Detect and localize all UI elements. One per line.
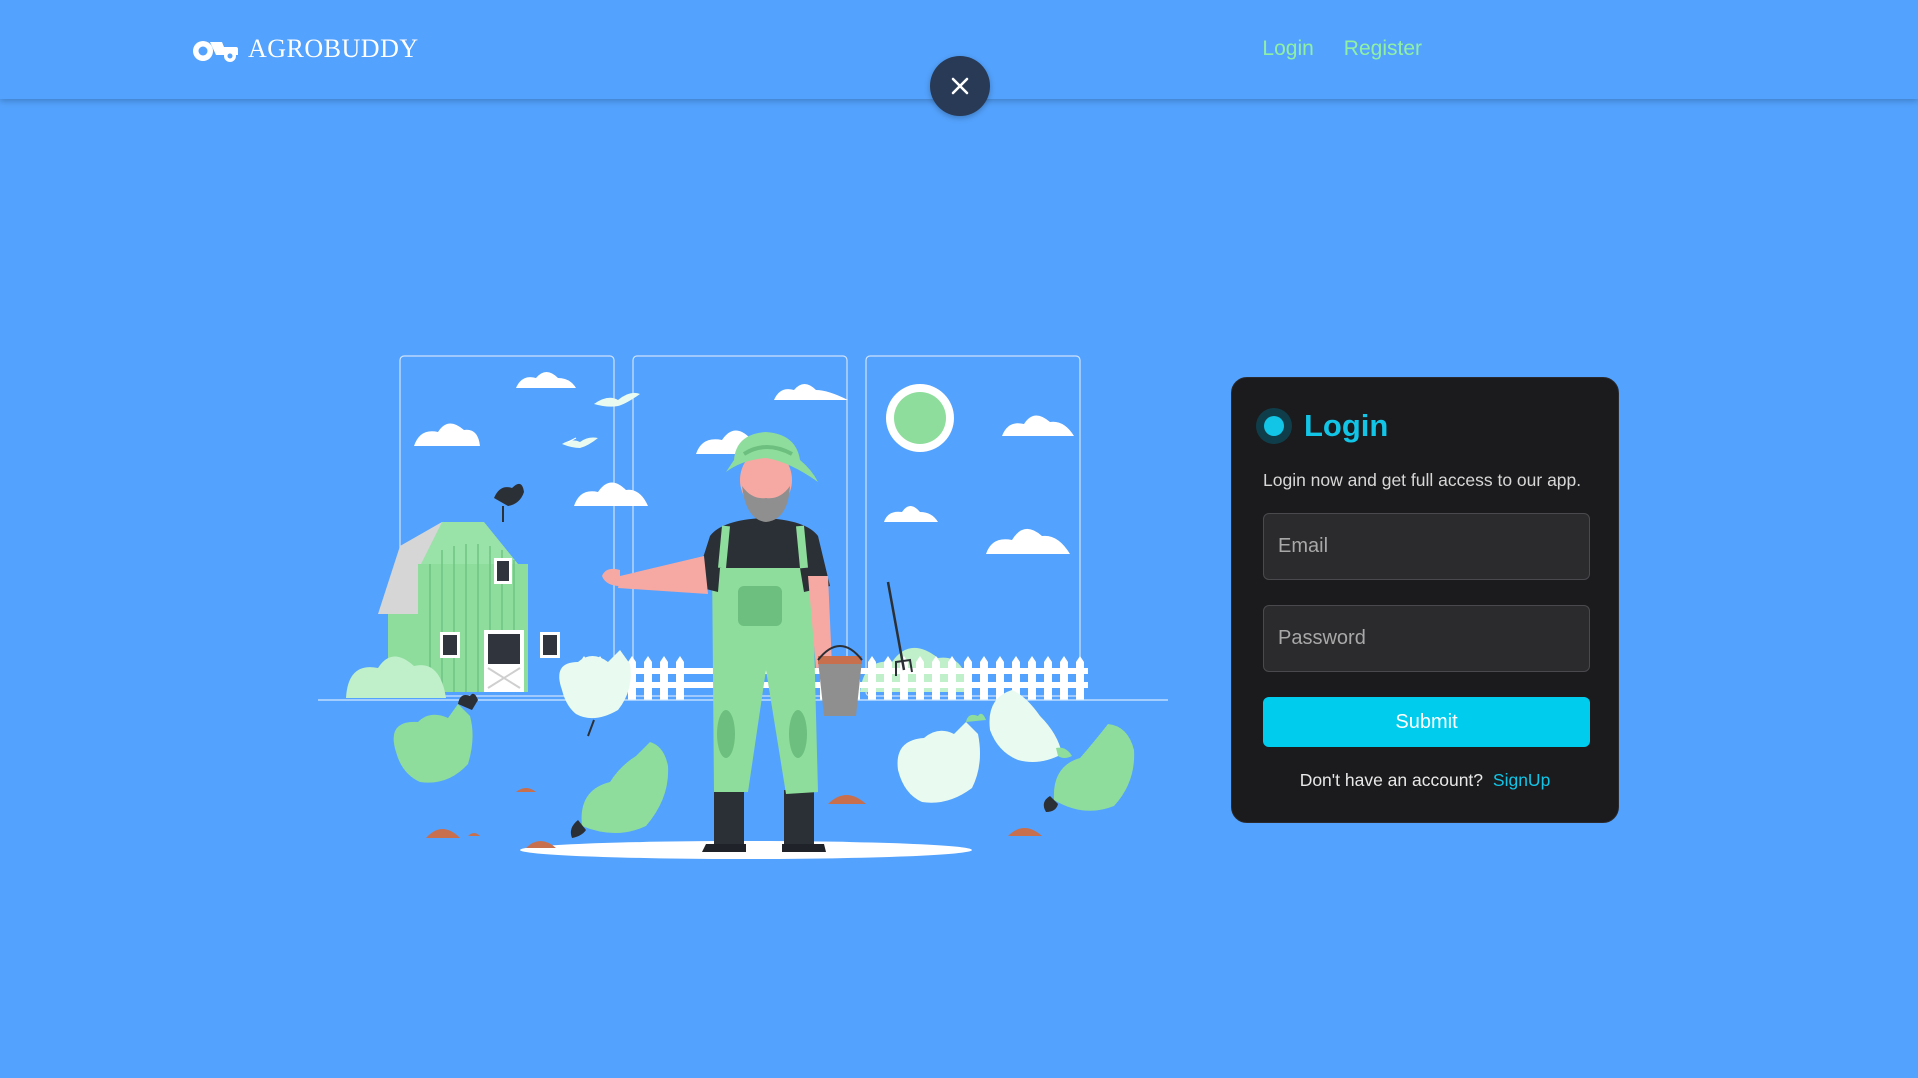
login-header: Login xyxy=(1256,408,1388,444)
farmer-illustration xyxy=(318,355,1168,859)
submit-button[interactable]: Submit xyxy=(1263,697,1590,747)
close-button[interactable] xyxy=(930,56,990,116)
signup-prompt: Don't have an account? xyxy=(1299,770,1484,790)
nav-register-link[interactable]: Register xyxy=(1344,37,1422,61)
email-field[interactable] xyxy=(1263,513,1590,580)
signup-prompt-row: Don't have an account? SignUp xyxy=(1232,770,1618,791)
login-subtitle: Login now and get full access to our app… xyxy=(1263,470,1582,490)
brand-name: AGROBUDDY xyxy=(248,34,419,63)
login-title: Login xyxy=(1304,408,1389,443)
signup-link[interactable]: SignUp xyxy=(1493,770,1550,790)
tractor-icon xyxy=(193,41,238,62)
brand-logo[interactable]: AGROBUDDY xyxy=(192,34,419,64)
nav-login-link[interactable]: Login xyxy=(1262,37,1313,61)
close-icon xyxy=(951,77,969,95)
password-field[interactable] xyxy=(1263,605,1590,672)
status-dot-icon xyxy=(1256,408,1292,444)
nav-links: Login Register xyxy=(1262,37,1422,61)
login-card: Login Login now and get full access to o… xyxy=(1231,377,1619,823)
